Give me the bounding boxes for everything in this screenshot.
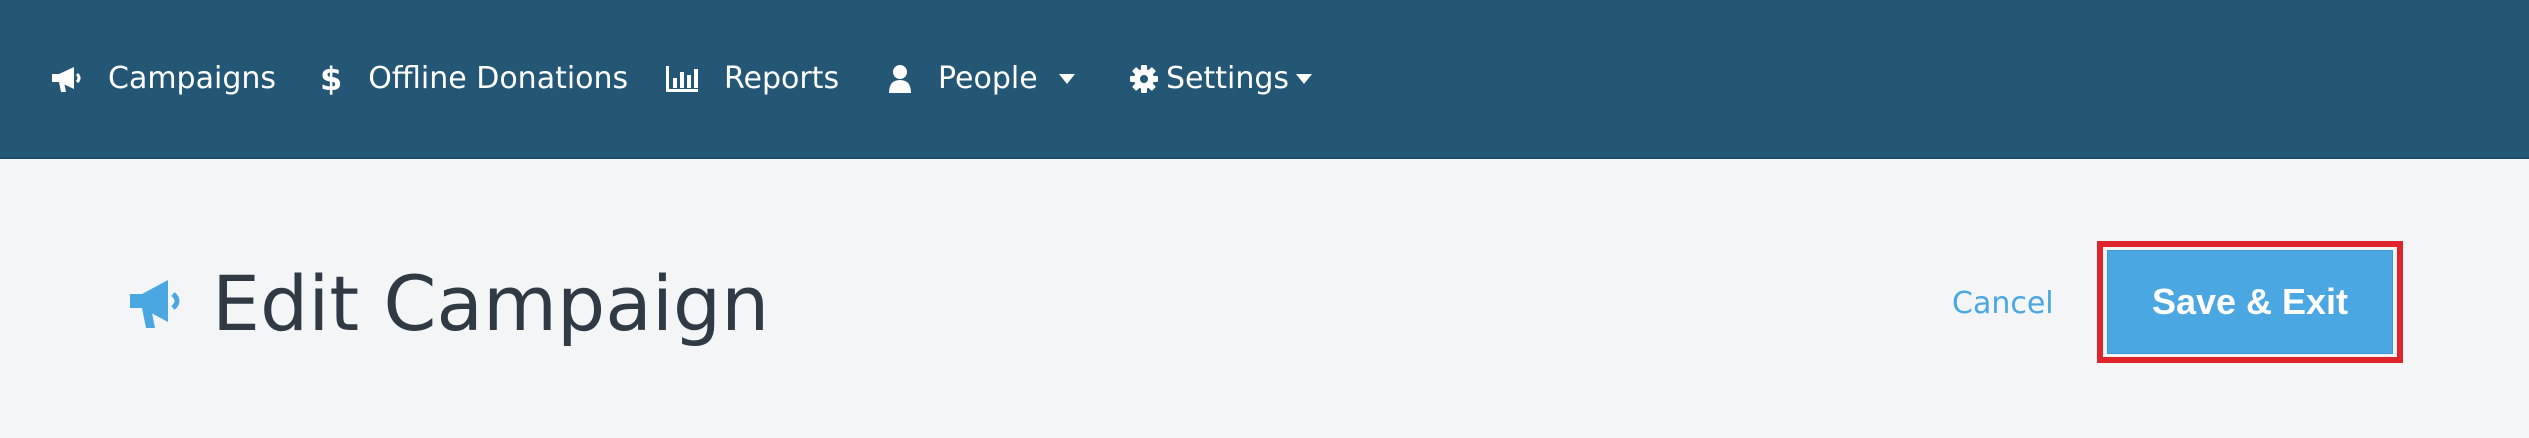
chevron-down-icon	[1295, 73, 1313, 85]
nav-item-settings[interactable]: Settings	[1130, 0, 1313, 157]
nav-item-label: Campaigns	[108, 61, 277, 96]
nav-item-offline-donations[interactable]: $ Offline Donations	[320, 0, 628, 157]
nav-item-label: Settings	[1166, 61, 1290, 96]
bullhorn-icon	[126, 274, 186, 334]
gear-icon	[1130, 64, 1158, 93]
chevron-down-icon	[1058, 73, 1076, 85]
nav-item-label: Offline Donations	[368, 61, 629, 96]
nav-item-campaigns[interactable]: Campaigns	[50, 0, 276, 157]
nav-item-reports[interactable]: Reports	[664, 0, 839, 157]
cancel-link[interactable]: Cancel	[1952, 282, 2054, 326]
nav-item-label: Reports	[724, 61, 840, 96]
bar-chart-icon	[664, 64, 700, 94]
dollar-icon: $	[320, 59, 343, 98]
nav-item-people[interactable]: People	[888, 0, 1076, 157]
top-navigation-bar: Campaigns $ Offline Donations Reports Pe…	[0, 0, 2529, 159]
user-icon	[888, 64, 912, 94]
page-title: Edit Campaign	[212, 259, 770, 348]
nav-item-label: People	[938, 61, 1038, 96]
save-and-exit-button[interactable]: Save & Exit	[2107, 250, 2393, 354]
bullhorn-icon	[50, 64, 84, 94]
